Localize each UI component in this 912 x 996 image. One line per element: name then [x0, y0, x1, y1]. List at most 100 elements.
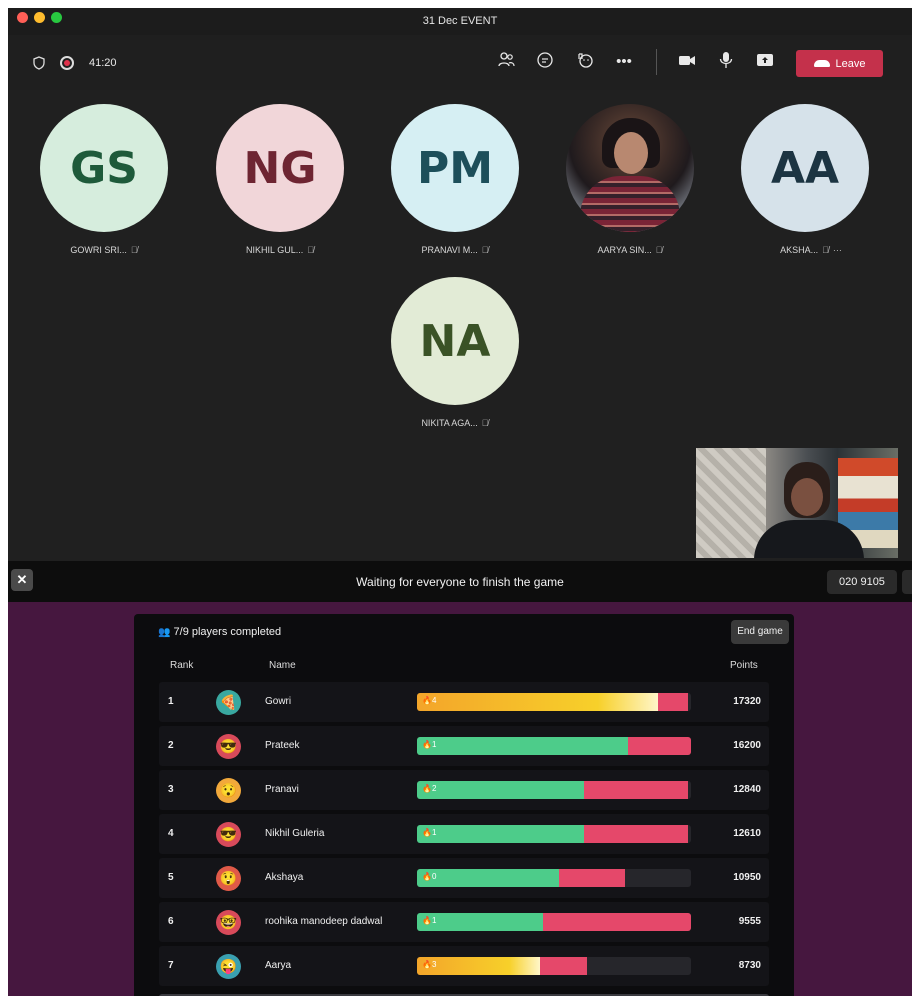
row-rank: 5: [168, 872, 174, 883]
incorrect-bar: [627, 737, 691, 755]
reactions-icon[interactable]: [574, 51, 596, 73]
correct-bar: [417, 693, 659, 711]
correct-bar: [417, 781, 585, 799]
row-rank: 4: [168, 828, 174, 839]
incorrect-bar: [559, 869, 626, 887]
window-title: 31 Dec EVENT: [422, 15, 498, 27]
progress-track: 🔥3: [417, 957, 691, 975]
row-rank: 1: [168, 696, 174, 707]
end-game-button[interactable]: End game: [731, 620, 789, 644]
progress-bar: [417, 781, 689, 799]
more-options-icon[interactable]: •••: [613, 51, 635, 73]
participant-avatar[interactable]: NG: [216, 104, 344, 232]
row-points: 12840: [733, 784, 761, 795]
streak-count: 4: [431, 696, 437, 705]
header-points: Points: [730, 660, 758, 671]
incorrect-bar: [584, 781, 689, 799]
participant-name-text: GOWRI SRI...: [70, 245, 127, 255]
row-rank: 7: [168, 960, 174, 971]
video-background-mattress: [696, 448, 766, 558]
table-row[interactable]: 1 🍕 Gowri 🔥4 17320: [159, 682, 769, 722]
player-avatar-icon: 😎: [216, 734, 241, 759]
players-completed: 👥 7/9 players completed: [158, 626, 281, 638]
row-rank: 6: [168, 916, 174, 927]
progress-track: 🔥4: [417, 693, 691, 711]
participant-name: NIKHIL GUL... 🎙̸: [205, 245, 355, 255]
participant-name-text: NIKITA AGA...: [421, 418, 478, 428]
table-row[interactable]: 7 😜 Aarya 🔥3 8730: [159, 946, 769, 986]
table-row[interactable]: 6 🤓 roohika manodeep dadwal 🔥1 9555: [159, 902, 769, 942]
game-status: Waiting for everyone to finish the game: [356, 575, 564, 589]
photo-sweater: [580, 176, 680, 232]
more-icon[interactable]: ···: [833, 245, 842, 255]
participant-avatar[interactable]: NA: [391, 277, 519, 405]
photo-face: [614, 132, 648, 174]
progress-bar: [417, 825, 689, 843]
streak-count: 1: [431, 740, 437, 749]
meeting-timer: 41:20: [89, 57, 117, 69]
participant-avatar[interactable]: PM: [391, 104, 519, 232]
player-avatar-icon: 😲: [216, 866, 241, 891]
streak-count: 1: [431, 916, 437, 925]
row-player-name: Nikhil Guleria: [265, 828, 325, 839]
row-player-name: Gowri: [265, 696, 292, 707]
avatar-initials: NG: [243, 142, 317, 194]
row-points: 16200: [733, 740, 761, 751]
participant-name: PRANAVI M... 🎙̸: [380, 245, 530, 255]
participant-name-text: AKSHA...: [780, 245, 819, 255]
header-rank: Rank: [170, 660, 194, 671]
participant-name-text: NIKHIL GUL...: [246, 245, 304, 255]
share-screen-icon[interactable]: [754, 51, 776, 73]
participant-name: AARYA SIN... 🎙̸: [555, 245, 705, 255]
participant-avatar[interactable]: AA: [741, 104, 869, 232]
participant-photo-avatar[interactable]: [566, 104, 694, 232]
row-player-name: roohika manodeep dadwal: [265, 916, 383, 927]
table-row[interactable]: 3 😯 Pranavi 🔥2 12840: [159, 770, 769, 810]
table-row[interactable]: 4 😎 Nikhil Guleria 🔥1 12610: [159, 814, 769, 854]
avatar-initials: GS: [70, 142, 138, 194]
players-completed-text: 7/9 players completed: [173, 626, 282, 638]
table-row[interactable]: 5 😲 Akshaya 🔥0 10950: [159, 858, 769, 898]
streak-count: 2: [431, 784, 437, 793]
progress-track: 🔥1: [417, 737, 691, 755]
correct-bar: [417, 737, 628, 755]
progress-bar: [417, 957, 587, 975]
progress-track: 🔥2: [417, 781, 691, 799]
chat-icon[interactable]: [534, 51, 556, 73]
streak-badge: 🔥2: [422, 784, 437, 793]
mic-off-icon: 🎙̸: [481, 245, 489, 255]
progress-track: 🔥1: [417, 913, 691, 931]
row-points: 9555: [738, 916, 761, 927]
meeting-toolbar: 41:20 ••• Leave: [8, 35, 912, 90]
participant-name-text: PRANAVI M...: [421, 245, 478, 255]
player-avatar-icon: 😜: [216, 954, 241, 979]
player-avatar-icon: 🤓: [216, 910, 241, 935]
row-points: 12610: [733, 828, 761, 839]
player-avatar-icon: 😎: [216, 822, 241, 847]
incorrect-bar: [584, 825, 689, 843]
leave-button[interactable]: Leave: [796, 50, 883, 77]
header-name: Name: [269, 660, 296, 671]
incorrect-bar: [540, 957, 587, 975]
camera-icon[interactable]: [676, 51, 698, 73]
game-area: 👥 7/9 players completed End game Rank Na…: [8, 602, 912, 996]
progress-bar: [417, 737, 691, 755]
microphone-icon[interactable]: [715, 51, 737, 73]
mic-off-icon: 🎙̸: [655, 245, 663, 255]
streak-badge: 🔥0: [422, 872, 437, 881]
participant-avatar[interactable]: GS: [40, 104, 168, 232]
participant-name-text: AARYA SIN...: [597, 245, 652, 255]
toolbar-divider: [656, 49, 657, 75]
streak-badge: 🔥3: [422, 960, 437, 969]
streak-count: 0: [431, 872, 437, 881]
progress-bar: [417, 693, 689, 711]
avatar-initials: NA: [419, 315, 491, 367]
people-icon[interactable]: [495, 51, 517, 73]
self-view-video[interactable]: [696, 448, 898, 558]
table-row[interactable]: 2 😎 Prateek 🔥1 16200: [159, 726, 769, 766]
expand-icon[interactable]: [902, 570, 912, 594]
video-person-face: [791, 478, 823, 516]
streak-badge: 🔥1: [422, 828, 437, 837]
row-rank: 3: [168, 784, 174, 795]
progress-track: 🔥1: [417, 825, 691, 843]
